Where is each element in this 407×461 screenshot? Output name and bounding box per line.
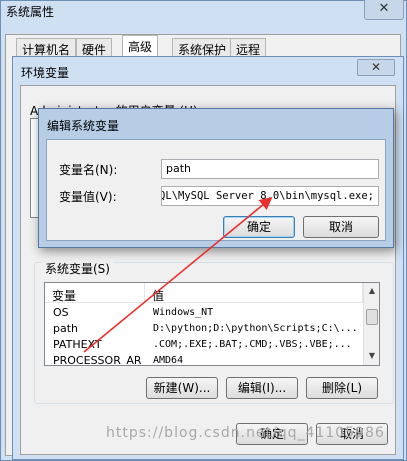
dialog-cancel-button[interactable]: 取消 [303,216,379,238]
variable-name-label: 变量名(N): [59,163,118,177]
environment-variables-title: 环境变量 [21,66,70,80]
variable-name: OS [53,306,69,319]
delete-button[interactable]: 删除(L) [306,377,378,399]
variable-value: .COM;.EXE;.BAT;.CMD;.VBS;.VBE;... [153,339,352,350]
tab-remote[interactable]: 远程 [230,38,267,58]
tab-hardware[interactable]: 硬件 [76,38,113,58]
variable-value: AMD64 [153,355,184,366]
system-properties-title: 系统属性 [6,5,55,19]
table-row[interactable]: PROCESSOR_AR AMD64 [45,354,363,366]
scrollbar-thumb[interactable] [366,309,378,325]
variable-value-text: SQL\MySQL Server 8.0\bin\mysql.exe; [161,190,374,202]
new-button[interactable]: 新建(W)... [146,377,218,399]
edit-button[interactable]: 编辑(I)... [226,377,298,399]
variable-value: D:\python;D:\python\Scripts;C:\... [153,323,358,334]
tab-system-protection[interactable]: 系统保护 [172,38,233,58]
scrollbar[interactable]: ▲ ▼ [363,283,379,365]
system-variables-list[interactable]: 变量 值 OS Windows_NT path D:\python;D:\pyt… [44,282,380,366]
tab-computer-name[interactable]: 计算机名 [16,38,77,58]
variable-name-field[interactable]: path [161,159,379,179]
scroll-down-icon[interactable]: ▼ [367,351,377,361]
dialog-ok-button[interactable]: 确定 [223,216,295,238]
variable-value: Windows_NT [153,307,214,318]
table-row[interactable]: OS Windows_NT [45,306,363,322]
edit-dialog-body: 变量名(N): path 变量值(V): SQL\MySQL Server 8.… [46,139,386,241]
edit-system-variable-dialog: 编辑系统变量 变量名(N): path 变量值(V): SQL\MySQL Se… [38,108,394,248]
close-icon[interactable]: ✕ [364,0,404,20]
column-header-variable[interactable]: 变量 [45,283,145,303]
table-row[interactable]: path D:\python;D:\python\Scripts;C:\... [45,322,363,338]
system-variables-label: 系统变量(S) [42,260,113,277]
variable-name: PROCESSOR_AR [53,354,142,366]
column-header-value[interactable]: 值 [145,283,363,303]
variable-name: path [53,322,79,335]
variable-value-field[interactable]: SQL\MySQL Server 8.0\bin\mysql.exe; [161,186,379,206]
edit-dialog-title: 编辑系统变量 [47,119,120,133]
scroll-up-icon[interactable]: ▲ [367,286,377,296]
watermark-text: https://blog.csdn.net/qq_41105986 [106,425,385,441]
table-row[interactable]: PATHEXT .COM;.EXE;.BAT;.CMD;.VBS;.VBE;..… [45,338,363,354]
variable-value-label: 变量值(V): [59,190,117,204]
variable-name: PATHEXT [53,338,102,351]
close-icon[interactable]: ✕ [357,59,395,76]
